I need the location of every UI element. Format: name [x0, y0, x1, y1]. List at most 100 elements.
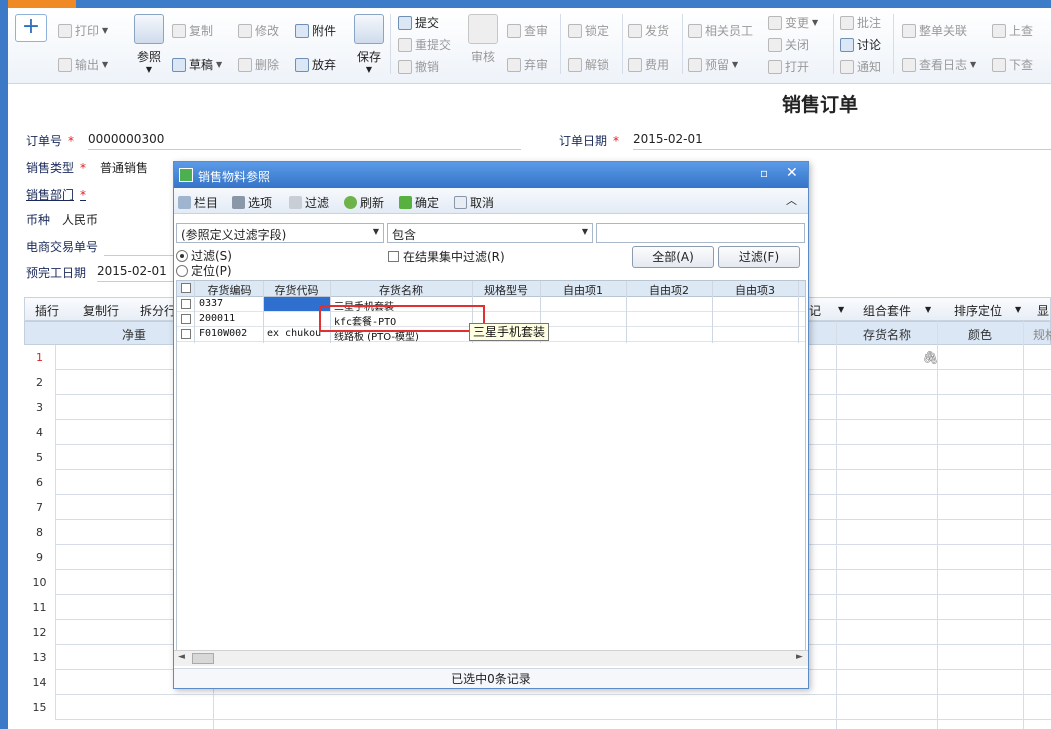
col-inventory-name[interactable]: 存货名称	[331, 282, 471, 298]
annotate-button[interactable]: 批注	[840, 14, 881, 31]
open-order-button[interactable]: 打开	[768, 58, 809, 75]
modify-button[interactable]: 修改	[238, 22, 279, 39]
printer-icon	[58, 23, 72, 38]
submit-button[interactable]: 提交	[398, 14, 439, 31]
order-no-value[interactable]: 0000000300	[88, 132, 164, 146]
col-free-item-2[interactable]: 自由项2	[627, 282, 711, 298]
select-all-checkbox[interactable]	[181, 283, 191, 293]
scroll-left-icon[interactable]: ◄	[178, 652, 185, 662]
options-button[interactable]: 选项	[232, 194, 272, 211]
row-checkbox[interactable]	[181, 314, 191, 324]
trace-down-button[interactable]: 下查	[992, 56, 1033, 73]
resubmit-button[interactable]: 重提交	[398, 36, 451, 53]
unlock-button[interactable]: 解锁	[568, 56, 609, 73]
order-date-value[interactable]: 2015-02-01	[633, 132, 703, 146]
export-button[interactable]: 输出 ▼	[58, 56, 108, 73]
unlock-icon	[568, 57, 582, 72]
mark-button[interactable]: 记	[809, 302, 821, 319]
scrollbar-thumb[interactable]	[192, 653, 214, 664]
discuss-button[interactable]: 讨论	[840, 36, 881, 53]
check-icon	[399, 196, 412, 209]
lock-button[interactable]: 锁定	[568, 22, 609, 39]
header-color[interactable]: 颜色	[968, 326, 992, 343]
row-checkbox[interactable]	[181, 299, 191, 309]
whole-link-button[interactable]: 整单关联	[902, 22, 967, 39]
cancel-button[interactable]: 取消	[454, 194, 494, 211]
radio-selected-icon	[176, 249, 188, 262]
notify-button[interactable]: 通知	[840, 58, 881, 75]
currency-value[interactable]: 人民币	[62, 211, 98, 228]
header-spec[interactable]: 规格	[1033, 326, 1051, 343]
close-icon[interactable]: ✕	[786, 165, 798, 181]
abandon-button[interactable]: 放弃	[295, 56, 336, 73]
close-order-button[interactable]: 关闭	[768, 36, 809, 53]
highlight-box	[319, 305, 485, 332]
columns-button[interactable]: 栏目	[178, 194, 218, 211]
display-button[interactable]: 显	[1037, 302, 1049, 319]
audit-button[interactable]: 审核	[467, 14, 499, 65]
cost-button[interactable]: 费用	[628, 56, 669, 73]
print-button[interactable]: 打印 ▼	[58, 22, 108, 39]
copy-button[interactable]: 复制	[172, 22, 213, 39]
order-date-label: 订单日期 *	[559, 134, 620, 148]
apply-filter-button[interactable]: 过滤(F)	[718, 246, 800, 268]
column-divider	[798, 281, 799, 343]
columns-icon	[178, 196, 191, 209]
separator	[893, 14, 894, 74]
order-no-label: 订单号 *	[26, 134, 75, 148]
review-button[interactable]: 查审	[507, 22, 548, 39]
col-inventory-alias[interactable]: 存货代码	[264, 282, 329, 298]
col-spec-model[interactable]: 规格型号	[473, 282, 539, 298]
header-net-weight[interactable]: 净重	[122, 326, 146, 343]
filter-value-input[interactable]	[596, 223, 805, 243]
view-log-button[interactable]: 查看日志 ▼	[902, 56, 976, 73]
reserve-button[interactable]: 预留 ▼	[688, 56, 738, 73]
copy-row-button[interactable]: 复制行	[83, 302, 119, 319]
sales-dept-label[interactable]: 销售部门 *	[26, 186, 86, 203]
add-button[interactable]: +	[15, 14, 47, 42]
all-button[interactable]: 全部(A)	[632, 246, 714, 268]
col-free-item-1[interactable]: 自由项1	[541, 282, 625, 298]
sales-type-label: 销售类型 *	[26, 161, 87, 175]
reserve-icon	[688, 57, 702, 72]
trace-up-button[interactable]: 上查	[992, 22, 1033, 39]
filter-button[interactable]: 过滤	[289, 194, 329, 211]
combo-kit-button[interactable]: 组合套件	[863, 302, 911, 319]
paperclip-icon[interactable]: 🖇	[922, 351, 939, 366]
sort-locate-button[interactable]: 排序定位	[954, 302, 1002, 319]
insert-row-button[interactable]: 插行	[35, 302, 59, 319]
change-button[interactable]: 变更 ▼	[768, 14, 818, 31]
save-button[interactable]: 保存 ▼	[353, 14, 385, 74]
clipboard-icon	[468, 14, 498, 44]
ship-button[interactable]: 发货	[628, 22, 669, 39]
confirm-button[interactable]: 确定	[399, 194, 439, 211]
scroll-right-icon[interactable]: ►	[796, 652, 803, 662]
draft-button[interactable]: 草稿 ▼	[172, 56, 222, 73]
split-row-button[interactable]: 拆分行	[140, 302, 176, 319]
reference-button[interactable]: 参照 ▼	[133, 14, 165, 74]
abandon-review-button[interactable]: 弃审	[507, 56, 548, 73]
filter-field-select[interactable]: (参照定义过滤字段) ▼	[176, 223, 384, 243]
table-row[interactable]: 15	[24, 695, 1051, 720]
maximize-icon[interactable]: ▫	[760, 166, 768, 180]
revoke-button[interactable]: 撤销	[398, 58, 439, 75]
horizontal-scrollbar[interactable]: ◄ ►	[174, 650, 808, 666]
row-checkbox[interactable]	[181, 329, 191, 339]
refresh-button[interactable]: 刷新	[344, 194, 384, 211]
attach-button[interactable]: 附件	[295, 22, 336, 39]
abandon-icon	[295, 57, 309, 72]
delete-button[interactable]: 删除	[238, 56, 279, 73]
radio-locate[interactable]: 定位(P)	[176, 262, 232, 279]
sales-type-value[interactable]: 普通销售	[100, 159, 148, 176]
chevron-up-icon[interactable]: ︿	[786, 192, 797, 208]
col-inventory-code[interactable]: 存货编码	[197, 282, 262, 298]
chevron-down-icon: ▼	[925, 305, 932, 314]
expected-date-value[interactable]: 2015-02-01	[97, 264, 167, 278]
filter-operator-select[interactable]: 包含 ▼	[387, 223, 593, 243]
col-free-item-3[interactable]: 自由项3	[713, 282, 797, 298]
people-icon	[688, 23, 702, 38]
header-inventory-name[interactable]: 存货名称	[863, 326, 911, 343]
related-staff-button[interactable]: 相关员工	[688, 22, 753, 39]
filter-in-result-checkbox[interactable]: 在结果集中过滤(R)	[388, 248, 505, 265]
ship-icon	[628, 23, 642, 38]
